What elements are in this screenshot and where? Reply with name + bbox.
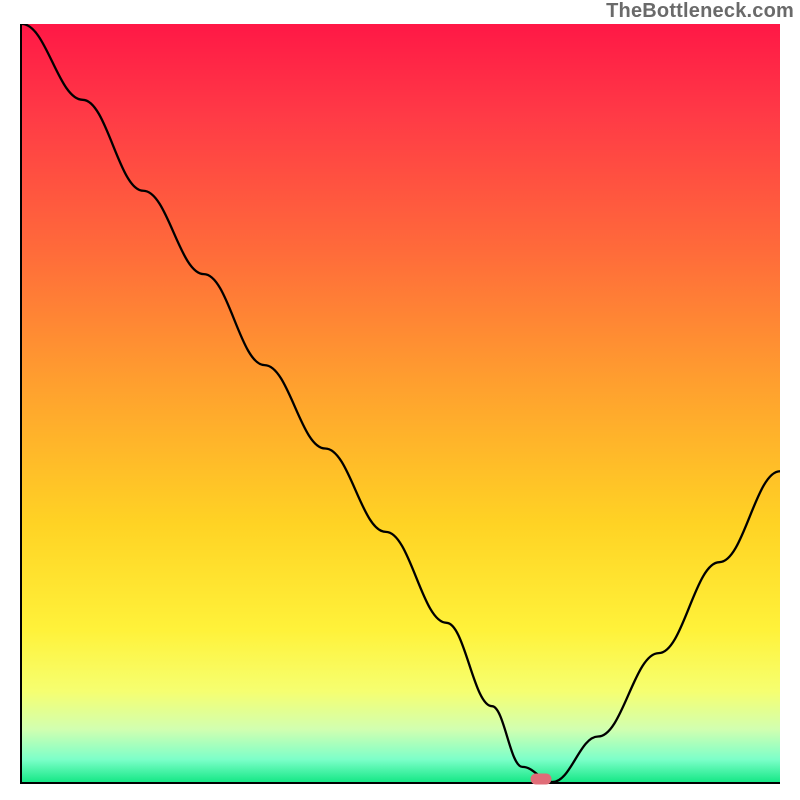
chart-canvas [22, 24, 780, 782]
chart-wrapper: TheBottleneck.com [0, 0, 800, 800]
optimum-marker [531, 773, 552, 784]
source-attribution: TheBottleneck.com [606, 0, 794, 23]
gradient-background [22, 24, 780, 782]
x-axis [20, 782, 780, 784]
plot-area [20, 24, 780, 784]
